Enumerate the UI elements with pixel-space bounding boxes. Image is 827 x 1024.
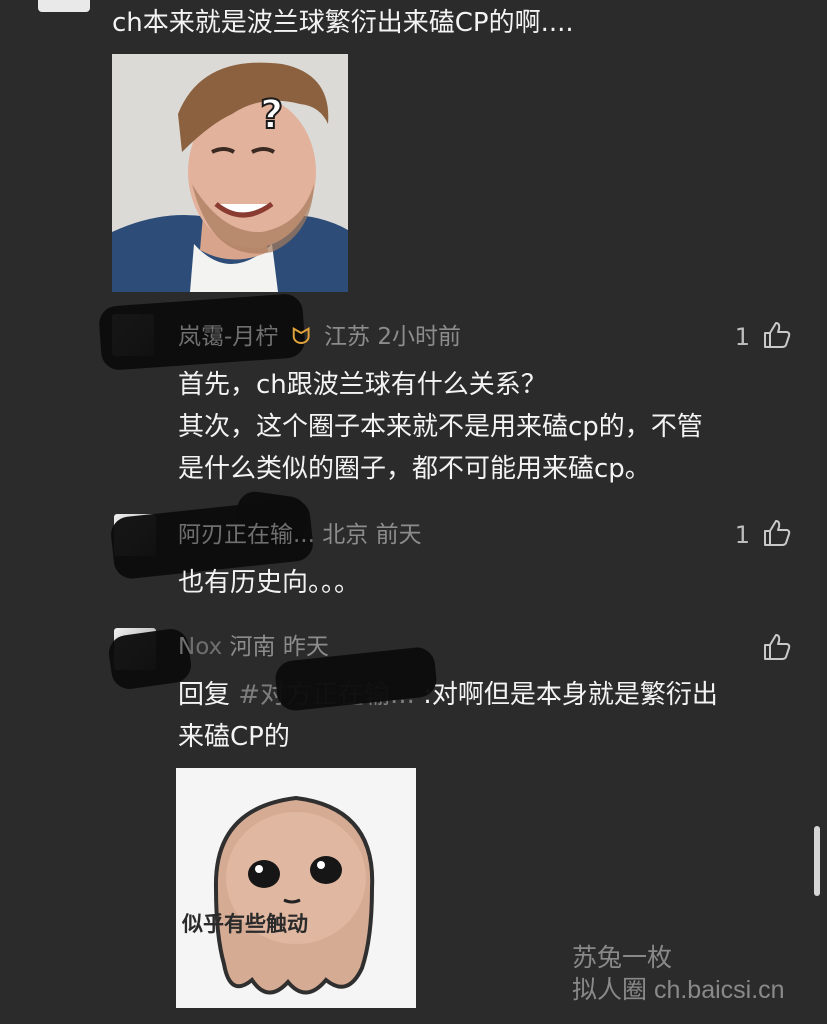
comment-time: 前天	[375, 522, 422, 548]
watermark-line: 拟人圈 ch.baicsi.cn	[572, 976, 785, 1004]
comment-meta: 阿刃正在输... 北京 前天	[178, 520, 422, 550]
badge-icon: ᗢ	[291, 324, 311, 350]
comment-location: 江苏	[324, 324, 371, 350]
reaction-sticker[interactable]: 似乎有些触动	[176, 768, 416, 1008]
watermark-line: 苏兔一枚	[572, 944, 673, 972]
comment-line: 首先，ch跟波兰球有什么关系？	[178, 370, 547, 400]
comment-location: 北京	[322, 522, 369, 548]
like-count: 1	[734, 323, 750, 351]
thumbs-up-icon[interactable]	[762, 518, 792, 548]
blob-sticker-art	[176, 768, 416, 1008]
thumbs-up-icon[interactable]	[762, 632, 792, 662]
comment-line: 是什么类似的圈子，都不可能用来磕cp。	[178, 454, 651, 484]
scrollbar[interactable]	[814, 826, 820, 896]
like-count: 1	[734, 521, 750, 549]
reply-prefix: 回复	[178, 680, 239, 710]
comment-line: 其次，这个圈子本来就不是用来磕cp的，不管	[178, 412, 703, 442]
comment-meta: Nox 河南 昨天	[178, 632, 329, 662]
comment-line: 来磕CP的	[178, 722, 290, 752]
commenter-name[interactable]: 岚霭-月柠	[178, 324, 278, 350]
reply-line: 回复 #对方正在输... :对啊但是本身就是繁衍出	[178, 678, 718, 713]
reply-text: :对啊但是本身就是繁衍出	[414, 680, 718, 710]
person-photo: ?	[112, 54, 348, 292]
avatar[interactable]	[38, 0, 90, 12]
commenter-name[interactable]: 阿刃正在输...	[178, 522, 315, 548]
comment-meta: 岚霭-月柠 ᗢ 江苏 2小时前	[178, 322, 461, 352]
thumbs-up-icon[interactable]	[762, 320, 792, 350]
comment-time: 2小时前	[377, 324, 461, 350]
sticker-caption: 似乎有些触动	[182, 912, 308, 936]
svg-text:?: ?	[260, 92, 283, 138]
post-text: ch本来就是波兰球繁衍出来磕CP的啊....	[112, 8, 574, 38]
commenter-name[interactable]: Nox	[178, 634, 222, 660]
reaction-image[interactable]: ?	[112, 54, 348, 292]
comment-line: 也有历史向。。。	[178, 568, 361, 598]
comment-time: 昨天	[282, 634, 329, 660]
comment-location: 河南	[229, 634, 276, 660]
